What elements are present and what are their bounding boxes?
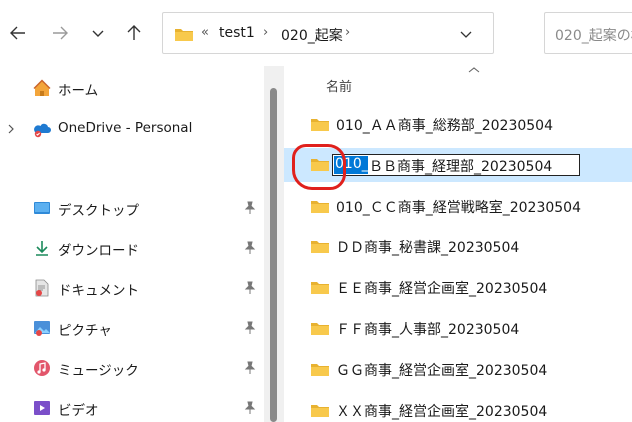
sidebar-item-documents[interactable]: ドキュメント xyxy=(0,274,264,302)
unselected-text: ＢＢ商事_経理部_20230504 xyxy=(369,159,553,175)
scrollbar-thumb[interactable] xyxy=(270,88,277,422)
navigation-pane: ホーム OneDrive - Personal デスクトップ ダウンロード ドキ… xyxy=(0,66,264,422)
sidebar-item-label: ミュージック xyxy=(58,363,139,379)
sidebar-item-home[interactable]: ホーム xyxy=(0,74,264,102)
pin-icon[interactable] xyxy=(244,361,256,375)
file-list: 名前 010_ＡＡ商事_総務部_20230504 010_ ＢＢ商事_経理部_2… xyxy=(284,66,632,422)
forward-button[interactable] xyxy=(48,21,72,45)
sidebar-item-label: ドキュメント xyxy=(58,283,139,299)
arrow-up-icon xyxy=(127,25,141,40)
home-icon xyxy=(33,79,51,96)
sidebar-item-desktop[interactable]: デスクトップ xyxy=(0,194,264,222)
videos-icon xyxy=(34,401,50,415)
sidebar-item-label: OneDrive - Personal xyxy=(58,120,193,136)
recent-locations-button[interactable] xyxy=(86,21,110,45)
desktop-icon xyxy=(34,202,50,214)
folder-icon xyxy=(311,323,329,335)
sidebar-item-label: ビデオ xyxy=(58,403,99,419)
file-name: 010_ＡＡ商事_総務部_20230504 xyxy=(336,118,553,134)
file-name: ＦＦ商事_人事部_20230504 xyxy=(336,322,520,338)
search-placeholder: 020_起案の検 xyxy=(555,28,632,44)
back-button[interactable] xyxy=(6,21,30,45)
list-item[interactable]: ＦＦ商事_人事部_20230504 xyxy=(284,312,632,346)
sidebar-item-label: ホーム xyxy=(58,83,99,99)
pin-icon[interactable] xyxy=(244,321,256,335)
file-name: 010_ＣＣ商事_経営戦略室_20230504 xyxy=(336,200,581,216)
breadcrumb-separator[interactable]: › xyxy=(263,25,268,40)
onedrive-icon xyxy=(34,123,51,138)
file-name: ＸＸ商事_経営企画室_20230504 xyxy=(336,404,548,420)
breadcrumb-020-kian[interactable]: 020_起案 xyxy=(281,25,343,45)
file-name: ＤＤ商事_秘書課_20230504 xyxy=(336,240,520,256)
up-button[interactable] xyxy=(122,21,146,45)
sidebar-item-music[interactable]: ミュージック xyxy=(0,354,264,382)
sidebar-item-downloads[interactable]: ダウンロード xyxy=(0,234,264,262)
list-item[interactable]: 010_ＣＣ商事_経営戦略室_20230504 xyxy=(284,190,632,224)
folder-icon xyxy=(311,241,329,253)
address-bar[interactable]: « test1 › 020_起案 › xyxy=(162,12,494,54)
sidebar-item-videos[interactable]: ビデオ xyxy=(0,394,264,422)
pin-icon[interactable] xyxy=(244,241,256,255)
sidebar-item-pictures[interactable]: ピクチャ xyxy=(0,314,264,342)
chevron-down-icon[interactable] xyxy=(459,27,473,41)
list-item[interactable]: ＸＸ商事_経営企画室_20230504 xyxy=(284,394,632,422)
annotation-circle xyxy=(292,144,346,190)
sort-ascending-icon xyxy=(468,67,480,73)
overflow-crumb[interactable]: « xyxy=(201,25,209,40)
arrow-left-icon xyxy=(10,26,25,40)
arrow-right-icon xyxy=(53,26,68,40)
sidebar-item-label: ダウンロード xyxy=(58,243,139,259)
folder-icon xyxy=(175,29,193,41)
list-item[interactable]: ＥＥ商事_経営企画室_20230504 xyxy=(284,271,632,305)
sidebar-item-label: ピクチャ xyxy=(58,323,112,339)
download-icon xyxy=(36,241,48,256)
music-icon xyxy=(34,360,50,376)
file-name: ＥＥ商事_経営企画室_20230504 xyxy=(336,281,548,297)
pin-icon[interactable] xyxy=(244,281,256,295)
pin-icon[interactable] xyxy=(244,201,256,215)
pin-icon[interactable] xyxy=(244,401,256,415)
breadcrumb-test1[interactable]: test1 xyxy=(219,25,255,41)
folder-icon xyxy=(311,201,329,213)
rename-input[interactable]: 010_ ＢＢ商事_経理部_20230504 xyxy=(332,154,580,176)
folder-icon xyxy=(311,405,329,417)
search-box[interactable]: 020_起案の検 xyxy=(544,12,632,54)
documents-icon xyxy=(35,279,49,297)
chevron-right-icon[interactable] xyxy=(7,124,15,134)
folder-icon xyxy=(311,364,329,376)
list-item[interactable]: ＤＤ商事_秘書課_20230504 xyxy=(284,230,632,264)
breadcrumb-separator[interactable]: › xyxy=(345,25,350,40)
list-item[interactable]: ＧＧ商事_経営企画室_20230504 xyxy=(284,353,632,387)
sidebar-item-onedrive[interactable]: OneDrive - Personal xyxy=(0,115,264,143)
column-header-name[interactable]: 名前 xyxy=(326,76,352,95)
chevron-down-icon xyxy=(92,30,104,37)
list-item[interactable]: 010_ＡＡ商事_総務部_20230504 xyxy=(284,108,632,142)
pictures-icon xyxy=(34,321,50,336)
folder-icon xyxy=(311,119,329,131)
folder-icon xyxy=(311,282,329,294)
sidebar-item-label: デスクトップ xyxy=(58,203,139,219)
navigation-bar: « test1 › 020_起案 › 020_起案の検 xyxy=(0,0,632,66)
sidebar-scrollbar[interactable] xyxy=(264,66,284,422)
file-name: ＧＧ商事_経営企画室_20230504 xyxy=(336,363,548,379)
